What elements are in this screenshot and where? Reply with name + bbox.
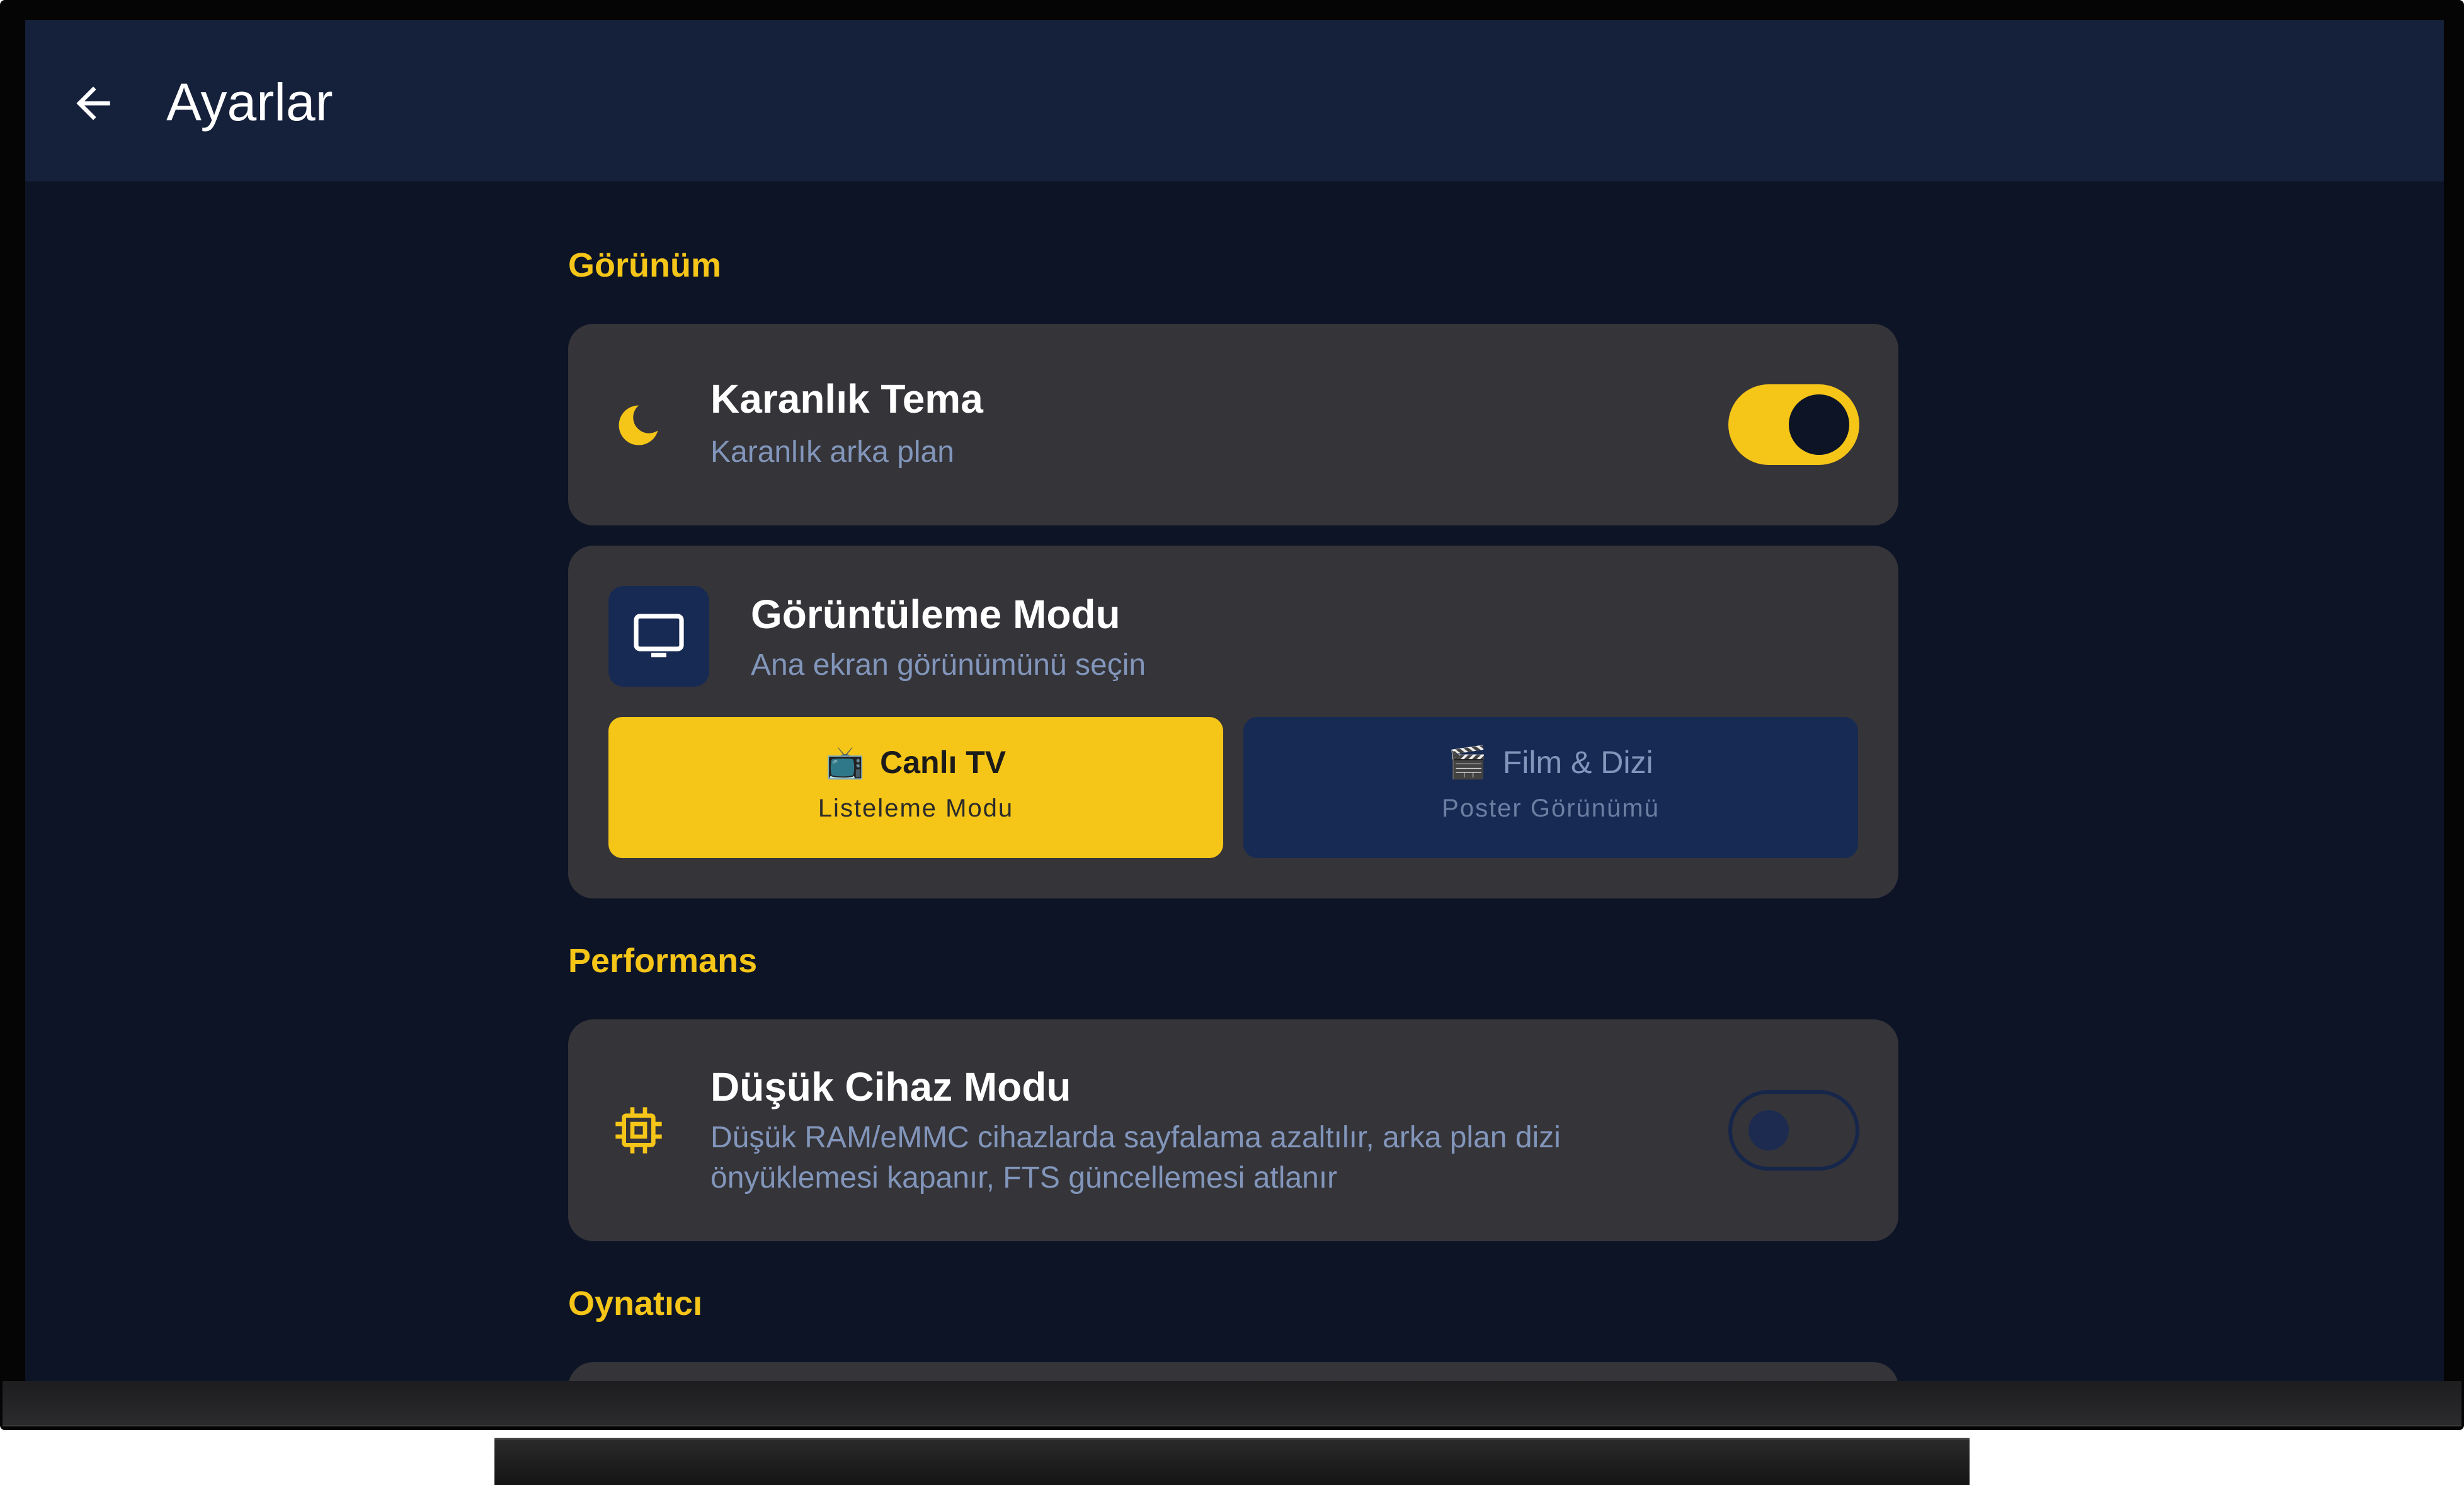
toggle-knob [1789, 394, 1849, 455]
display-mode-card: Görüntüleme Modu Ana ekran görünümünü se… [568, 546, 1898, 898]
chip-icon [613, 1105, 664, 1155]
dark-theme-toggle[interactable] [1728, 384, 1859, 465]
dark-theme-title: Karanlık Tema [710, 376, 983, 421]
mode-option-live-tv[interactable]: 📺 Canlı TV Listeleme Modu [608, 717, 1223, 858]
toggle-knob [1748, 1110, 1789, 1150]
app-bar: Ayarlar [25, 20, 2444, 181]
player-settings-card [568, 1362, 1898, 1381]
section-title-oynatici: Oynatıcı [568, 1285, 703, 1322]
low-device-mode-subtitle-line2: önyüklemesi kapanır, FTS güncellemesi at… [710, 1161, 1338, 1195]
monitor-icon [608, 586, 709, 687]
low-device-mode-subtitle-line1: Düşük RAM/eMMC cihazlarda sayfalama azal… [710, 1121, 1561, 1154]
section-title-performans: Performans [568, 942, 758, 980]
mode-option-movies-series[interactable]: 🎬 Film & Dizi Poster Görünümü [1243, 717, 1858, 858]
tv-stand [494, 1438, 1970, 1485]
mode-option-title: Canlı TV [880, 745, 1007, 780]
tv-chin [3, 1381, 2461, 1426]
mode-option-subtitle: Listeleme Modu [818, 794, 1014, 822]
dark-theme-subtitle: Karanlık arka plan [710, 435, 954, 469]
arrow-left-icon[interactable] [68, 78, 118, 129]
mode-option-title-row: 📺 Canlı TV [608, 743, 1223, 781]
mode-option-title: Film & Dizi [1502, 745, 1653, 780]
display-mode-subtitle: Ana ekran görünümünü seçin [751, 648, 1146, 682]
tv-icon: 📺 [825, 744, 865, 781]
low-device-mode-row[interactable]: Düşük Cihaz Modu Düşük RAM/eMMC cihazlar… [568, 1019, 1898, 1241]
page-title: Ayarlar [166, 72, 333, 132]
mode-option-title-row: 🎬 Film & Dizi [1243, 743, 1858, 781]
low-device-mode-toggle[interactable] [1728, 1090, 1859, 1171]
section-title-gorunum: Görünüm [568, 246, 721, 284]
clapperboard-icon: 🎬 [1448, 744, 1488, 781]
moon-icon [611, 398, 665, 452]
low-device-mode-title: Düşük Cihaz Modu [710, 1064, 1071, 1109]
display-mode-title: Görüntüleme Modu [751, 592, 1121, 637]
tv-screen: Ayarlar Görünüm Karanlık Tema Karanlık a… [25, 20, 2444, 1381]
mode-option-subtitle: Poster Görünümü [1442, 794, 1660, 822]
dark-theme-row[interactable]: Karanlık Tema Karanlık arka plan [568, 324, 1898, 525]
